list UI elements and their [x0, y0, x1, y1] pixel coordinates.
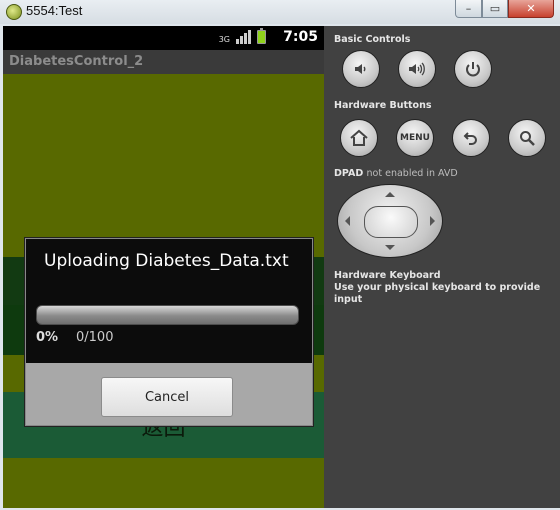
cancel-button[interactable]: Cancel — [101, 377, 233, 417]
volume-up-icon — [409, 62, 425, 76]
power-button[interactable] — [454, 50, 492, 88]
menu-button[interactable]: MENU — [396, 119, 434, 157]
battery-icon — [257, 28, 266, 44]
back-arrow-icon — [463, 132, 477, 145]
app-title-bar: DiabetesControl_2 — [3, 50, 324, 74]
home-icon — [350, 129, 368, 146]
hardware-keyboard-info: Hardware Keyboard Use your physical keyb… — [334, 270, 560, 306]
signal-strength-icon — [236, 30, 251, 44]
volume-down-icon — [355, 64, 366, 74]
window-title: 5554:Test — [26, 3, 83, 18]
home-button[interactable] — [340, 119, 378, 157]
maximize-button[interactable]: ▭ — [482, 0, 508, 18]
emulator-window: 5554:Test – ▭ ✕ 3G 7:05 DiabetesControl_… — [0, 0, 560, 510]
progress-percent: 0% — [36, 330, 59, 345]
upload-progress-dialog: Uploading Diabetes_Data.txt 0% 0/100 Can… — [25, 238, 313, 426]
power-icon — [466, 62, 480, 77]
progress-count: 0/100 — [76, 330, 114, 345]
status-clock: 7:05 — [283, 29, 318, 45]
hardware-keyboard-hint: Use your physical keyboard to provide in… — [334, 282, 541, 305]
hardware-keyboard-title: Hardware Keyboard — [334, 270, 441, 281]
app-title: DiabetesControl_2 — [9, 54, 144, 69]
close-icon: ✕ — [526, 2, 536, 15]
dpad[interactable] — [337, 184, 443, 258]
hardware-buttons-label: Hardware Buttons — [334, 100, 432, 111]
emulator-controls-panel: Basic Controls Hardware Buttons MENU DPA… — [324, 26, 560, 508]
volume-up-button[interactable] — [398, 50, 436, 88]
minimize-icon: – — [465, 2, 472, 15]
menu-label: MENU — [400, 133, 430, 143]
network-3g-icon: 3G — [218, 35, 230, 44]
cancel-button-label: Cancel — [144, 389, 190, 405]
dialog-title: Uploading Diabetes_Data.txt — [44, 251, 289, 271]
basic-controls-label: Basic Controls — [334, 34, 411, 45]
dpad-label: DPAD not enabled in AVD — [334, 168, 458, 179]
search-button[interactable] — [508, 119, 546, 157]
close-button[interactable]: ✕ — [508, 0, 554, 18]
android-app-icon — [6, 4, 22, 20]
back-hardware-button[interactable] — [452, 119, 490, 157]
maximize-icon: ▭ — [489, 2, 501, 15]
volume-down-button[interactable] — [342, 50, 380, 88]
dpad-center-button[interactable] — [364, 206, 418, 238]
upload-progress-bar — [36, 305, 299, 325]
status-bar: 3G 7:05 — [3, 26, 324, 50]
window-titlebar: 5554:Test – ▭ ✕ — [0, 0, 560, 24]
android-screen: 3G 7:05 DiabetesControl_2 返回 Uploading D… — [3, 26, 324, 508]
search-icon — [520, 131, 535, 146]
minimize-button[interactable]: – — [455, 0, 482, 18]
